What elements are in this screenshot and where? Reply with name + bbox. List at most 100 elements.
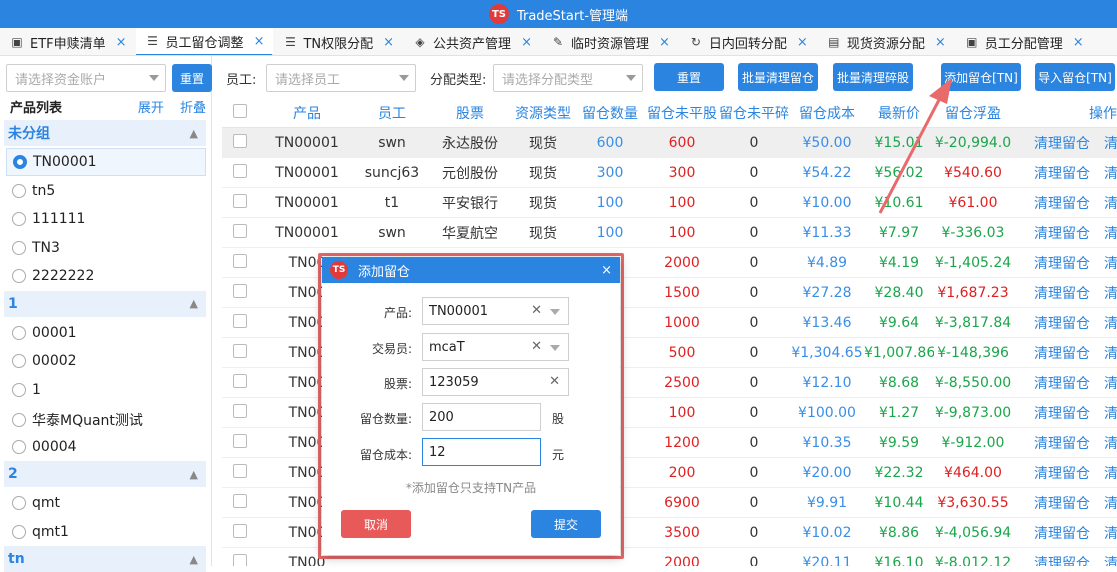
- clear-fragment-link[interactable]: 清: [1104, 196, 1117, 212]
- tab-6[interactable]: ▤ 现货资源分配 ×: [817, 28, 955, 55]
- account-reset-button[interactable]: 重置: [172, 64, 212, 92]
- clear-fragment-link[interactable]: 清: [1104, 436, 1117, 452]
- clear-position-link[interactable]: 清理留仓: [1034, 196, 1090, 212]
- row-checkbox[interactable]: [222, 253, 258, 272]
- clear-fragment-link[interactable]: 清: [1104, 376, 1117, 392]
- clear-position-link[interactable]: 清理留仓: [1034, 406, 1090, 422]
- product-item[interactable]: 00001: [12, 325, 77, 341]
- product-item[interactable]: 2222222: [12, 268, 94, 284]
- add-position-button[interactable]: 添加留仓[TN]: [941, 63, 1021, 91]
- collapse-all-button[interactable]: 折叠: [180, 101, 206, 116]
- clear-position-link[interactable]: 清理留仓: [1034, 256, 1090, 272]
- cost-input[interactable]: 12: [422, 438, 541, 466]
- product-group-header[interactable]: 2 ▲: [4, 461, 206, 487]
- clear-icon[interactable]: ✕: [531, 339, 542, 354]
- cancel-button[interactable]: 取消: [341, 510, 411, 538]
- row-checkbox[interactable]: [222, 523, 258, 542]
- tab-3[interactable]: ◈ 公共资产管理 ×: [403, 28, 541, 55]
- close-icon[interactable]: ×: [601, 263, 612, 278]
- row-checkbox[interactable]: [222, 313, 258, 332]
- product-item[interactable]: 华泰MQuant测试: [12, 410, 143, 430]
- tab-5[interactable]: ↻ 日内回转分配 ×: [679, 28, 817, 55]
- clear-fragment-link[interactable]: 清: [1104, 526, 1117, 542]
- product-field[interactable]: TN00001 ✕: [422, 297, 569, 325]
- clear-position-link[interactable]: 清理留仓: [1034, 526, 1090, 542]
- clear-fragment-link[interactable]: 清: [1104, 556, 1117, 567]
- clear-fragment-link[interactable]: 清: [1104, 316, 1117, 332]
- row-checkbox[interactable]: [222, 433, 258, 452]
- close-icon[interactable]: ×: [1073, 35, 1084, 50]
- row-checkbox[interactable]: [222, 133, 258, 152]
- product-item[interactable]: tn5: [12, 183, 55, 199]
- batch-clear-button[interactable]: 批量清理留仓: [738, 63, 818, 91]
- clear-icon[interactable]: ✕: [531, 303, 542, 318]
- row-checkbox[interactable]: [222, 193, 258, 212]
- close-icon[interactable]: ×: [521, 35, 532, 50]
- tab-4[interactable]: ✎ 临时资源管理 ×: [541, 28, 679, 55]
- product-item[interactable]: TN3: [12, 240, 60, 256]
- product-item[interactable]: 111111: [12, 211, 85, 227]
- product-group-header[interactable]: 未分组 ▲: [4, 120, 206, 146]
- filter-reset-button[interactable]: 重置: [654, 63, 724, 91]
- row-checkbox[interactable]: [222, 373, 258, 392]
- clear-position-link[interactable]: 清理留仓: [1034, 556, 1090, 567]
- tab-1[interactable]: ☰ 员工留仓调整 ×: [135, 28, 274, 55]
- account-select[interactable]: 请选择资金账户: [6, 64, 166, 92]
- row-checkbox[interactable]: [222, 223, 258, 242]
- close-icon[interactable]: ×: [935, 35, 946, 50]
- tab-2[interactable]: ☰ TN权限分配 ×: [273, 28, 403, 55]
- batch-clear-fragments-button[interactable]: 批量清理碎股: [833, 63, 913, 91]
- type-select[interactable]: 请选择分配类型: [493, 64, 643, 92]
- close-icon[interactable]: ×: [254, 34, 265, 49]
- clear-fragment-link[interactable]: 清: [1104, 166, 1117, 182]
- expand-all-button[interactable]: 展开: [138, 101, 164, 116]
- clear-fragment-link[interactable]: 清: [1104, 226, 1117, 242]
- clear-icon[interactable]: ✕: [549, 374, 560, 389]
- clear-fragment-link[interactable]: 清: [1104, 346, 1117, 362]
- clear-position-link[interactable]: 清理留仓: [1034, 376, 1090, 392]
- clear-fragment-link[interactable]: 清: [1104, 496, 1117, 512]
- row-checkbox[interactable]: [222, 493, 258, 512]
- quantity-input[interactable]: 200: [422, 403, 541, 431]
- close-icon[interactable]: ×: [797, 35, 808, 50]
- clear-fragment-link[interactable]: 清: [1104, 256, 1117, 272]
- product-item[interactable]: qmt1: [12, 524, 69, 540]
- tab-7[interactable]: ▣ 员工分配管理 ×: [955, 28, 1093, 55]
- clear-fragment-link[interactable]: 清: [1104, 286, 1117, 302]
- stock-field[interactable]: 123059 ✕: [422, 368, 569, 396]
- product-item[interactable]: qmt: [12, 495, 60, 511]
- clear-position-link[interactable]: 清理留仓: [1034, 286, 1090, 302]
- product-item[interactable]: 00004: [12, 439, 77, 455]
- row-checkbox[interactable]: [222, 553, 258, 566]
- row-checkbox[interactable]: [222, 463, 258, 482]
- product-item[interactable]: 00002: [12, 353, 77, 369]
- submit-button[interactable]: 提交: [531, 510, 601, 538]
- product-item[interactable]: TN00001: [6, 148, 206, 176]
- clear-fragment-link[interactable]: 清: [1104, 136, 1117, 152]
- close-icon[interactable]: ×: [659, 35, 670, 50]
- clear-position-link[interactable]: 清理留仓: [1034, 346, 1090, 362]
- close-icon[interactable]: ×: [383, 35, 394, 50]
- product-group-header[interactable]: tn ▲: [4, 546, 206, 572]
- clear-position-link[interactable]: 清理留仓: [1034, 226, 1090, 242]
- clear-position-link[interactable]: 清理留仓: [1034, 136, 1090, 152]
- import-position-button[interactable]: 导入留仓[TN]: [1035, 63, 1115, 91]
- clear-fragment-link[interactable]: 清: [1104, 466, 1117, 482]
- clear-position-link[interactable]: 清理留仓: [1034, 496, 1090, 512]
- clear-position-link[interactable]: 清理留仓: [1034, 466, 1090, 482]
- trader-field[interactable]: mcaT ✕: [422, 333, 569, 361]
- clear-position-link[interactable]: 清理留仓: [1034, 166, 1090, 182]
- product-item[interactable]: 1: [12, 382, 41, 398]
- clear-position-link[interactable]: 清理留仓: [1034, 316, 1090, 332]
- clear-fragment-link[interactable]: 清: [1104, 406, 1117, 422]
- row-checkbox[interactable]: [222, 343, 258, 362]
- clear-position-link[interactable]: 清理留仓: [1034, 436, 1090, 452]
- row-checkbox[interactable]: [222, 403, 258, 422]
- close-icon[interactable]: ×: [116, 35, 127, 50]
- tab-0[interactable]: ▣ ETF申赎清单 ×: [0, 28, 136, 55]
- select-all-checkbox[interactable]: [222, 103, 258, 122]
- row-checkbox[interactable]: [222, 163, 258, 182]
- employee-select[interactable]: 请选择员工: [266, 64, 416, 92]
- row-checkbox[interactable]: [222, 283, 258, 302]
- product-group-header[interactable]: 1 ▲: [4, 290, 206, 317]
